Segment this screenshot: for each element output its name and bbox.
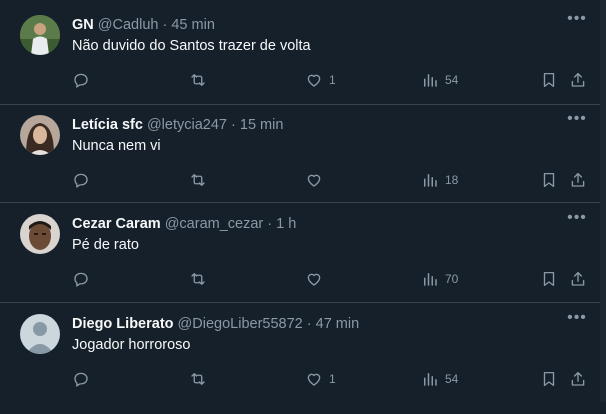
scrollbar[interactable] xyxy=(600,0,606,402)
tweet-text: Jogador horroroso xyxy=(72,337,191,353)
bookmark-icon xyxy=(543,72,555,88)
views-button[interactable]: 18 xyxy=(421,170,458,190)
tweet-item[interactable]: Letícia sfc @letycia247 · 15 min Nunca n… xyxy=(0,111,600,215)
author-name[interactable]: Cezar Caram xyxy=(72,216,161,232)
separator: · xyxy=(306,316,312,332)
views-button[interactable]: 54 xyxy=(421,70,458,90)
tweet-item[interactable]: Cezar Caram @caram_cezar · 1 h Pé de rat… xyxy=(0,210,600,314)
author-name[interactable]: Diego Liberato xyxy=(72,316,174,332)
like-button[interactable] xyxy=(305,269,329,289)
author-name[interactable]: GN xyxy=(72,17,94,33)
retweet-button[interactable] xyxy=(189,170,213,190)
reply-icon xyxy=(74,73,88,88)
tweet-header: Diego Liberato @DiegoLiber55872 · 47 min xyxy=(72,314,586,334)
author-handle[interactable]: @DiegoLiber55872 xyxy=(178,316,303,332)
views-button[interactable]: 54 xyxy=(421,369,458,389)
reply-button[interactable] xyxy=(72,70,96,90)
views-count: 18 xyxy=(445,173,459,187)
tweet-text: Pé de rato xyxy=(72,237,139,253)
timestamp[interactable]: 1 h xyxy=(276,216,296,232)
author-name[interactable]: Letícia sfc xyxy=(72,117,143,133)
share-icon xyxy=(571,72,585,87)
bookmark-icon xyxy=(543,371,555,387)
tweet-header: GN @Cadluh · 45 min xyxy=(72,15,586,35)
tweet-header: Letícia sfc @letycia247 · 15 min xyxy=(72,115,586,135)
author-handle[interactable]: @Cadluh xyxy=(98,17,159,33)
separator: · xyxy=(231,117,236,133)
separator: · xyxy=(267,216,273,232)
reply-button[interactable] xyxy=(72,269,96,289)
reply-button[interactable] xyxy=(72,170,96,190)
bookmark-button[interactable] xyxy=(540,70,558,90)
timestamp[interactable]: 15 min xyxy=(240,117,284,133)
retweet-button[interactable] xyxy=(189,269,213,289)
divider xyxy=(0,104,600,105)
more-icon[interactable]: ••• xyxy=(566,111,588,134)
share-button[interactable] xyxy=(569,170,587,190)
tweet-text: Nunca nem vi xyxy=(72,138,161,154)
heart-icon xyxy=(307,373,321,386)
like-button[interactable] xyxy=(305,170,329,190)
retweet-icon xyxy=(191,273,205,285)
separator: · xyxy=(162,17,168,33)
timestamp[interactable]: 45 min xyxy=(171,17,215,33)
reply-icon xyxy=(74,272,88,287)
tweet-header: Cezar Caram @caram_cezar · 1 h xyxy=(72,214,586,234)
retweet-icon xyxy=(191,174,205,186)
timestamp[interactable]: 47 min xyxy=(316,316,360,332)
more-icon[interactable]: ••• xyxy=(566,11,588,34)
reply-icon xyxy=(74,372,88,387)
views-icon xyxy=(424,174,437,187)
heart-icon xyxy=(307,74,321,87)
more-icon[interactable]: ••• xyxy=(566,310,588,333)
share-button[interactable] xyxy=(569,269,587,289)
divider xyxy=(0,302,600,303)
author-handle[interactable]: @caram_cezar xyxy=(165,216,264,232)
author-handle[interactable]: @letycia247 xyxy=(147,117,227,133)
like-count: 1 xyxy=(329,372,336,386)
avatar[interactable] xyxy=(20,115,60,155)
views-count: 54 xyxy=(445,73,459,87)
like-button[interactable]: 1 xyxy=(305,369,336,389)
reply-icon xyxy=(74,173,88,188)
heart-icon xyxy=(307,174,321,187)
avatar[interactable] xyxy=(20,314,60,354)
share-icon xyxy=(571,271,585,286)
tweet-text: Não duvido do Santos trazer de volta xyxy=(72,38,311,54)
views-icon xyxy=(424,373,437,386)
avatar[interactable] xyxy=(20,15,60,55)
reply-button[interactable] xyxy=(72,369,96,389)
tweet-item[interactable]: Diego Liberato @DiegoLiber55872 · 47 min… xyxy=(0,310,600,414)
bookmark-icon xyxy=(543,172,555,188)
retweet-icon xyxy=(191,373,205,385)
tweet-item[interactable]: GN @Cadluh · 45 min Não duvido do Santos… xyxy=(0,11,600,115)
views-count: 70 xyxy=(445,272,459,286)
more-icon[interactable]: ••• xyxy=(566,210,588,233)
reply-feed: GN @Cadluh · 45 min Não duvido do Santos… xyxy=(0,0,606,402)
views-button[interactable]: 70 xyxy=(421,269,458,289)
like-count: 1 xyxy=(329,73,336,87)
share-icon xyxy=(571,172,585,187)
views-icon xyxy=(424,74,437,87)
bookmark-button[interactable] xyxy=(540,369,558,389)
share-button[interactable] xyxy=(569,70,587,90)
retweet-button[interactable] xyxy=(189,70,213,90)
bookmark-button[interactable] xyxy=(540,269,558,289)
retweet-button[interactable] xyxy=(189,369,213,389)
views-icon xyxy=(424,273,437,286)
like-button[interactable]: 1 xyxy=(305,70,336,90)
heart-icon xyxy=(307,273,321,286)
views-count: 54 xyxy=(445,372,459,386)
bookmark-icon xyxy=(543,271,555,287)
avatar[interactable] xyxy=(20,214,60,254)
share-button[interactable] xyxy=(569,369,587,389)
retweet-icon xyxy=(191,74,205,86)
divider xyxy=(0,202,600,203)
share-icon xyxy=(571,371,585,386)
bookmark-button[interactable] xyxy=(540,170,558,190)
